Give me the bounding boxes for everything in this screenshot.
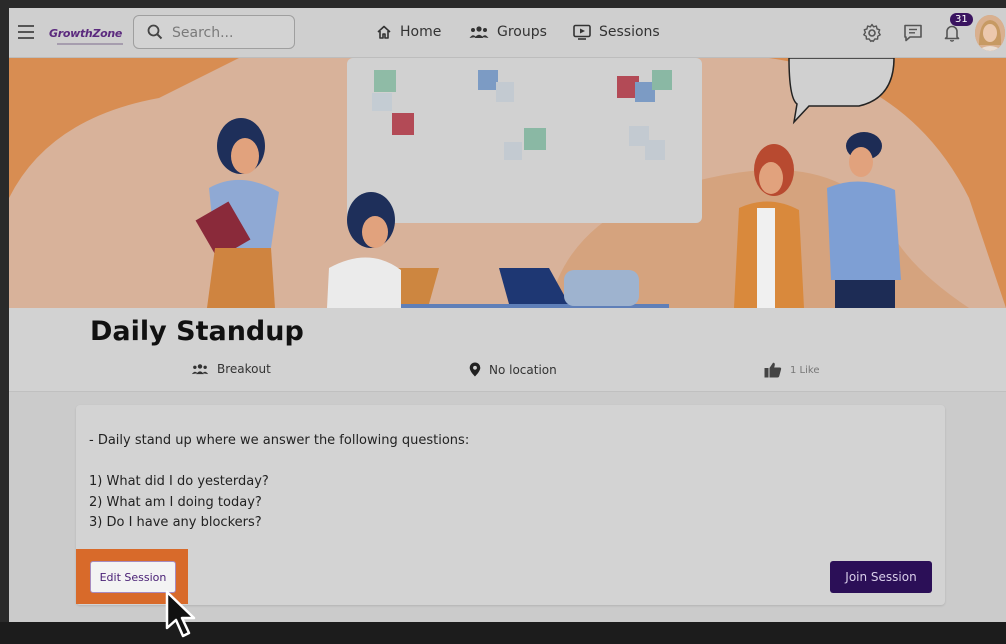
- session-likes-label: 1 Like: [790, 364, 820, 376]
- join-session-button[interactable]: Join Session: [830, 561, 932, 593]
- session-location: No location: [469, 362, 557, 377]
- nav-groups-label: Groups: [497, 24, 547, 40]
- session-likes[interactable]: 1 Like: [764, 362, 819, 378]
- session-banner-illustration: [9, 58, 1006, 308]
- session-type-label: Breakout: [217, 362, 271, 376]
- thumbs-up-icon: [764, 362, 782, 378]
- app-logo[interactable]: GrowthZone: [49, 22, 129, 46]
- top-navigation-bar: GrowthZone Home Gro: [9, 8, 1006, 58]
- search-input[interactable]: [172, 23, 287, 43]
- user-avatar[interactable]: [975, 15, 1005, 51]
- edit-session-button[interactable]: Edit Session: [90, 561, 176, 593]
- logo-text: GrowthZone: [49, 27, 123, 40]
- home-icon: [377, 25, 391, 39]
- avatar-photo: [975, 15, 1005, 51]
- search-box[interactable]: [133, 15, 295, 49]
- mouse-cursor-icon: [165, 590, 196, 638]
- session-location-label: No location: [489, 362, 557, 377]
- logo-tagline-line: [57, 43, 123, 45]
- session-description: - Daily stand up where we answer the fol…: [89, 431, 469, 534]
- description-question: 1) What did I do yesterday?: [89, 474, 269, 489]
- session-type: Breakout: [191, 362, 271, 376]
- location-pin-icon: [469, 362, 481, 377]
- search-icon: [147, 24, 163, 40]
- session-title: Daily Standup: [90, 316, 304, 347]
- hamburger-menu-icon[interactable]: [18, 25, 34, 39]
- description-intro: - Daily stand up where we answer the fol…: [89, 433, 470, 448]
- messages-icon[interactable]: [902, 22, 924, 44]
- description-question: 2) What am I doing today?: [89, 494, 262, 510]
- nav-sessions[interactable]: Sessions: [573, 20, 660, 44]
- nav-groups[interactable]: Groups: [469, 20, 547, 44]
- sessions-icon: [573, 24, 591, 40]
- bottom-dark-strip: [0, 622, 1006, 644]
- nav-sessions-label: Sessions: [599, 24, 660, 40]
- nav-home[interactable]: Home: [376, 20, 441, 44]
- session-description-card: - Daily stand up where we answer the fol…: [76, 405, 945, 605]
- session-header: Daily Standup Breakout No location 1 Lik…: [9, 308, 1006, 392]
- nav-home-label: Home: [400, 24, 442, 40]
- breakout-group-icon: [191, 364, 209, 375]
- groups-icon: [469, 26, 489, 38]
- notification-count-badge: 31: [950, 13, 973, 26]
- app-window: GrowthZone Home Gro: [9, 8, 1006, 622]
- description-question: 3) Do I have any blockers?: [89, 515, 262, 530]
- settings-gear-icon[interactable]: [861, 22, 883, 44]
